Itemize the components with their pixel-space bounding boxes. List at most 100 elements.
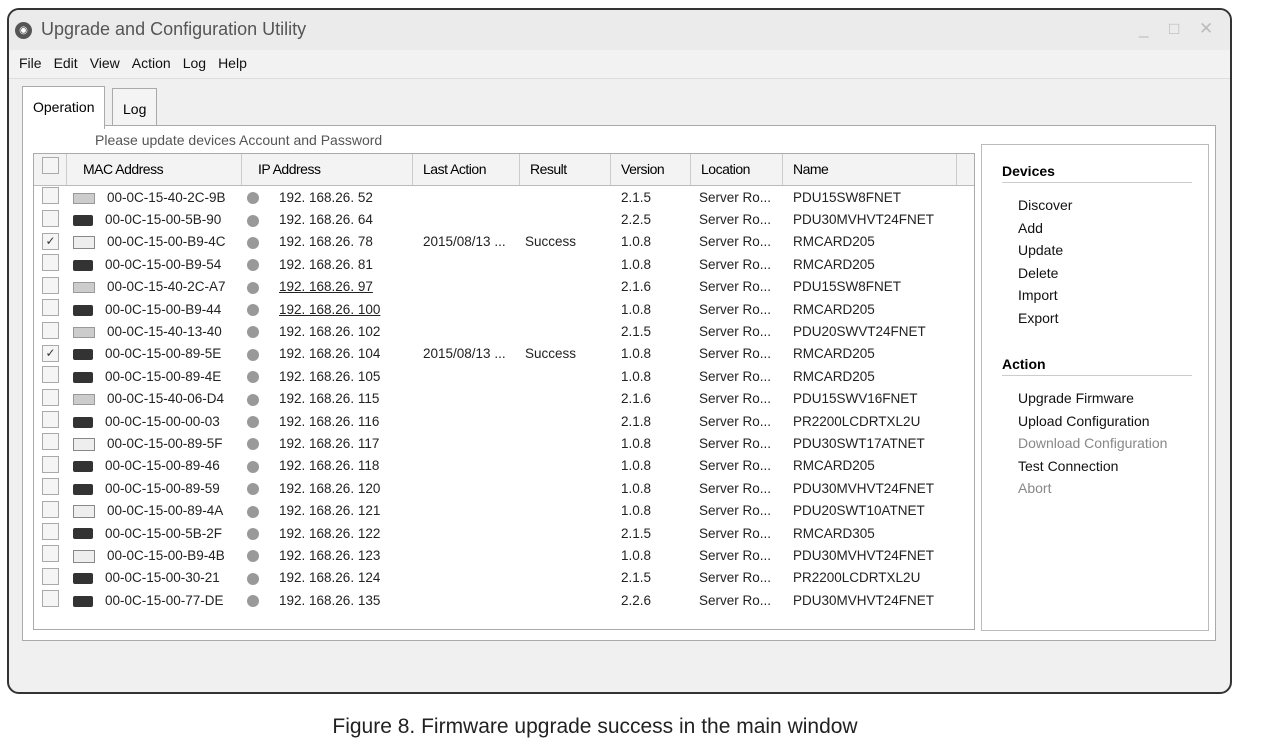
row-checkbox[interactable] bbox=[34, 187, 67, 207]
menu-log[interactable]: Log bbox=[177, 50, 212, 78]
table-row[interactable]: 00-0C-15-00-89-4A 192. 168.26. 121 1.0.8… bbox=[34, 499, 974, 521]
mac-cell: 00-0C-15-00-89-5F bbox=[67, 436, 242, 451]
action-link-test-connection[interactable]: Test Connection bbox=[1018, 458, 1208, 481]
table-row[interactable]: 00-0C-15-00-89-5F 192. 168.26. 117 1.0.8… bbox=[34, 432, 974, 454]
table-row[interactable]: 00-0C-15-00-89-4E 192. 168.26. 105 1.0.8… bbox=[34, 365, 974, 387]
device-name: RMCARD205 bbox=[793, 458, 875, 474]
table-row[interactable]: 00-0C-15-00-B9-44 192. 168.26. 100 1.0.8… bbox=[34, 298, 974, 320]
table-row[interactable]: 00-0C-15-40-2C-9B 192. 168.26. 52 2.1.5 … bbox=[34, 186, 974, 208]
menu-action[interactable]: Action bbox=[126, 50, 177, 78]
row-checkbox[interactable] bbox=[34, 388, 67, 409]
status-dot-icon bbox=[247, 304, 259, 317]
menu-edit[interactable]: Edit bbox=[48, 50, 84, 78]
row-checkbox[interactable] bbox=[34, 299, 67, 319]
row-checkbox[interactable] bbox=[34, 276, 67, 297]
devices-link-delete[interactable]: Delete bbox=[1018, 265, 1208, 288]
row-checkbox[interactable] bbox=[34, 321, 67, 342]
table-row[interactable]: 00-0C-15-00-89-59 192. 168.26. 120 1.0.8… bbox=[34, 477, 974, 499]
row-checkbox[interactable] bbox=[34, 254, 67, 274]
table-row[interactable]: ✓ 00-0C-15-00-B9-4C 192. 168.26. 78 2015… bbox=[34, 231, 974, 253]
col-mac[interactable]: MAC Address bbox=[67, 154, 242, 185]
mac-address: 00-0C-15-00-B9-4B bbox=[107, 547, 225, 563]
location: Server Ro... bbox=[699, 301, 772, 317]
table-row[interactable]: 00-0C-15-00-B9-4B 192. 168.26. 123 1.0.8… bbox=[34, 544, 974, 566]
mac-address: 00-0C-15-00-89-4E bbox=[105, 368, 222, 384]
devices-link-import[interactable]: Import bbox=[1018, 287, 1208, 310]
status-dot-icon bbox=[247, 460, 259, 473]
table-row[interactable]: 00-0C-15-40-2C-A7 192. 168.26. 97 2.1.6 … bbox=[34, 276, 974, 298]
row-checkbox[interactable] bbox=[34, 455, 67, 476]
ip-address: 192. 168.26. 117 bbox=[279, 435, 380, 451]
row-checkbox[interactable] bbox=[34, 590, 67, 610]
mac-cell: 00-0C-15-40-13-40 bbox=[67, 324, 242, 339]
row-checkbox[interactable] bbox=[34, 433, 67, 453]
ip-cell: 192. 168.26. 120 bbox=[242, 481, 413, 496]
ip-address: 192. 168.26. 64 bbox=[279, 212, 373, 228]
status-dot-icon bbox=[247, 259, 259, 272]
maximize-button[interactable]: □ bbox=[1169, 19, 1179, 39]
ip-address: 192. 168.26. 118 bbox=[279, 458, 380, 474]
result: Success bbox=[525, 346, 577, 362]
row-checkbox[interactable] bbox=[34, 209, 67, 230]
devices-link-export[interactable]: Export bbox=[1018, 310, 1208, 333]
close-button[interactable]: ✕ bbox=[1199, 19, 1213, 39]
row-checkbox[interactable] bbox=[34, 523, 67, 543]
location: Server Ro... bbox=[699, 592, 772, 608]
table-row[interactable]: 00-0C-15-40-06-D4 192. 168.26. 115 2.1.6… bbox=[34, 388, 974, 410]
action-link-upgrade-firmware[interactable]: Upgrade Firmware bbox=[1018, 390, 1208, 413]
action-link-upload-configuration[interactable]: Upload Configuration bbox=[1018, 413, 1208, 436]
col-version[interactable]: Version bbox=[611, 154, 691, 185]
ip-address: 192. 168.26. 105 bbox=[279, 368, 381, 384]
row-checkbox[interactable]: ✓ bbox=[34, 233, 67, 251]
row-checkbox[interactable] bbox=[34, 411, 67, 431]
row-checkbox[interactable] bbox=[34, 500, 67, 521]
col-ip[interactable]: IP Address bbox=[242, 154, 413, 185]
ip-cell: 192. 168.26. 81 bbox=[242, 257, 413, 272]
table-row[interactable]: 00-0C-15-00-30-21 192. 168.26. 124 2.1.5… bbox=[34, 567, 974, 589]
row-checkbox[interactable]: ✓ bbox=[34, 345, 67, 363]
table-row[interactable]: ✓ 00-0C-15-00-89-5E 192. 168.26. 104 201… bbox=[34, 343, 974, 365]
device-name: PDU30SWT17ATNET bbox=[793, 435, 925, 451]
col-location[interactable]: Location bbox=[691, 154, 783, 185]
location: Server Ro... bbox=[699, 368, 772, 384]
ip-address[interactable]: 192. 168.26. 100 bbox=[279, 302, 380, 317]
table-row[interactable]: 00-0C-15-00-B9-54 192. 168.26. 81 1.0.8 … bbox=[34, 253, 974, 275]
menu-help[interactable]: Help bbox=[212, 50, 253, 78]
device-card-icon bbox=[73, 483, 93, 495]
table-row[interactable]: 00-0C-15-00-5B-90 192. 168.26. 64 2.2.5 … bbox=[34, 208, 974, 230]
table-row[interactable]: 00-0C-15-00-77-DE 192. 168.26. 135 2.2.6… bbox=[34, 589, 974, 611]
version: 1.0.8 bbox=[621, 368, 652, 384]
row-checkbox[interactable] bbox=[34, 545, 67, 565]
col-result[interactable]: Result bbox=[520, 154, 611, 185]
row-checkbox[interactable] bbox=[34, 366, 67, 386]
table-row[interactable]: 00-0C-15-00-89-46 192. 168.26. 118 1.0.8… bbox=[34, 455, 974, 477]
devices-link-update[interactable]: Update bbox=[1018, 242, 1208, 265]
ip-address: 192. 168.26. 121 bbox=[279, 503, 381, 519]
devices-link-add[interactable]: Add bbox=[1018, 220, 1208, 243]
devices-link-discover[interactable]: Discover bbox=[1018, 197, 1208, 220]
col-name[interactable]: Name bbox=[783, 154, 957, 185]
tab-operation[interactable]: Operation bbox=[22, 86, 106, 129]
menu-view[interactable]: View bbox=[84, 50, 126, 78]
ip-address[interactable]: 192. 168.26. 97 bbox=[279, 279, 373, 294]
result: Success bbox=[525, 234, 577, 250]
device-name: PDU20SWT10ATNET bbox=[793, 503, 925, 519]
mac-cell: 00-0C-15-40-2C-A7 bbox=[67, 279, 242, 294]
row-checkbox[interactable] bbox=[34, 567, 67, 588]
status-dot-icon bbox=[247, 326, 259, 339]
ip-cell: 192. 168.26. 115 bbox=[242, 391, 413, 406]
status-dot-icon bbox=[247, 416, 259, 429]
row-checkbox[interactable] bbox=[34, 478, 67, 498]
tab-log[interactable]: Log bbox=[112, 88, 158, 127]
minimize-button[interactable]: _ bbox=[1139, 19, 1148, 39]
select-all-checkbox[interactable] bbox=[34, 154, 67, 185]
col-last-action[interactable]: Last Action bbox=[413, 154, 520, 185]
mac-address: 00-0C-15-00-5B-2F bbox=[105, 525, 223, 541]
device-name: RMCARD205 bbox=[793, 301, 875, 317]
table-row[interactable]: 00-0C-15-00-5B-2F 192. 168.26. 122 2.1.5… bbox=[34, 522, 974, 544]
table-row[interactable]: 00-0C-15-40-13-40 192. 168.26. 102 2.1.5… bbox=[34, 320, 974, 342]
device-name: RMCARD205 bbox=[793, 234, 875, 250]
status-dot-icon bbox=[247, 214, 259, 227]
menu-file[interactable]: File bbox=[13, 50, 48, 78]
table-row[interactable]: 00-0C-15-00-00-03 192. 168.26. 116 2.1.8… bbox=[34, 410, 974, 432]
